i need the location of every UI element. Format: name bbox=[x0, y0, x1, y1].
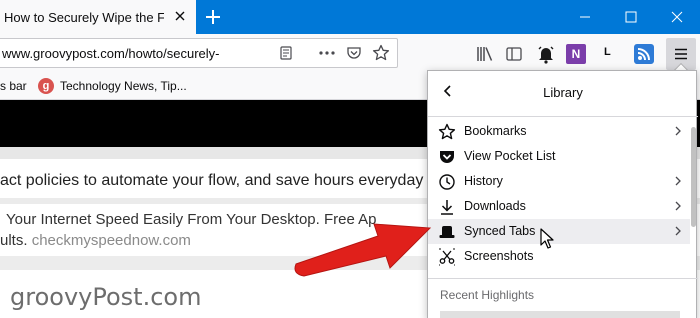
url-fade bbox=[232, 41, 272, 65]
library-item-screenshots[interactable]: Screenshots bbox=[428, 244, 690, 269]
library-item-label: Synced Tabs bbox=[464, 224, 536, 238]
library-item-label: Downloads bbox=[464, 199, 526, 213]
chevron-right-icon bbox=[675, 201, 681, 211]
recent-highlights-heading: Recent Highlights bbox=[440, 288, 535, 302]
chevron-right-icon bbox=[675, 126, 681, 136]
history-icon bbox=[439, 174, 455, 190]
close-tab-icon[interactable] bbox=[172, 8, 188, 24]
window-close-icon[interactable] bbox=[654, 0, 700, 34]
watermark: groovyPost.com bbox=[10, 283, 202, 311]
library-panel: Library Bookmarks View Pocket List Histo… bbox=[427, 70, 698, 318]
library-item-synced-tabs[interactable]: Synced Tabs bbox=[428, 219, 690, 244]
page-actions-icon[interactable] bbox=[318, 45, 336, 61]
panel-separator bbox=[428, 116, 698, 117]
sidebar-icon[interactable] bbox=[505, 45, 523, 63]
navigation-toolbar: www.groovypost.com/howto/securely- N L bbox=[0, 34, 700, 74]
reader-view-icon[interactable] bbox=[278, 45, 294, 61]
chevron-right-icon bbox=[675, 226, 681, 236]
annotation-arrow-icon bbox=[294, 223, 432, 277]
library-item-label: Screenshots bbox=[464, 249, 534, 263]
panel-title: Library bbox=[543, 85, 583, 100]
new-tab-icon[interactable] bbox=[202, 6, 224, 28]
content-ad-text: ults. bbox=[0, 232, 32, 249]
rss-feed-icon[interactable] bbox=[634, 44, 654, 64]
bookmarks-icon bbox=[438, 123, 456, 140]
bookmark-item[interactable]: s bar bbox=[0, 79, 27, 93]
recent-highlight-item[interactable] bbox=[440, 311, 680, 318]
panel-separator bbox=[428, 278, 698, 279]
library-item-label: History bbox=[464, 174, 503, 188]
downloads-icon bbox=[441, 200, 453, 215]
screenshots-icon bbox=[439, 248, 455, 266]
minimize-icon[interactable] bbox=[562, 0, 608, 34]
url-bar[interactable]: www.groovypost.com/howto/securely- bbox=[0, 38, 398, 68]
library-item-pocket[interactable]: View Pocket List bbox=[428, 144, 690, 169]
pocket-icon bbox=[440, 151, 454, 163]
content-ad-line: ults. checkmyspeednow.com bbox=[0, 232, 191, 249]
library-item-label: View Pocket List bbox=[464, 149, 556, 163]
chevron-right-icon bbox=[675, 176, 681, 186]
library-item-bookmarks[interactable]: Bookmarks bbox=[428, 119, 690, 144]
letter-extension-icon[interactable]: L bbox=[604, 46, 611, 58]
bookmark-item-technology-news[interactable]: Technology News, Tip... bbox=[60, 79, 187, 93]
library-item-downloads[interactable]: Downloads bbox=[428, 194, 690, 219]
tab-strip: How to Securely Wipe the Free bbox=[0, 0, 700, 34]
library-item-history[interactable]: History bbox=[428, 169, 690, 194]
bookmark-star-icon[interactable] bbox=[372, 44, 390, 62]
alarm-bell-icon[interactable] bbox=[537, 44, 555, 64]
maximize-icon[interactable] bbox=[608, 0, 654, 34]
groovypost-favicon: g bbox=[38, 78, 54, 94]
url-text[interactable]: www.groovypost.com/howto/securely- bbox=[2, 46, 264, 61]
tab-title: How to Securely Wipe the Free bbox=[4, 10, 164, 25]
panel-scrollbar[interactable] bbox=[691, 117, 696, 318]
pocket-icon[interactable] bbox=[346, 45, 362, 61]
synced-tabs-icon bbox=[439, 226, 455, 238]
hamburger-menu-icon bbox=[675, 48, 687, 60]
content-text-line: act policies to automate your flow, and … bbox=[0, 172, 424, 189]
active-tab[interactable]: How to Securely Wipe the Free bbox=[0, 0, 196, 34]
scroll-thumb[interactable] bbox=[691, 127, 696, 227]
library-icon[interactable] bbox=[476, 45, 494, 63]
library-item-label: Bookmarks bbox=[464, 124, 527, 138]
mouse-pointer-icon bbox=[540, 228, 554, 249]
content-ad-link[interactable]: checkmyspeednow.com bbox=[32, 232, 191, 249]
onenote-icon[interactable]: N bbox=[566, 44, 586, 64]
